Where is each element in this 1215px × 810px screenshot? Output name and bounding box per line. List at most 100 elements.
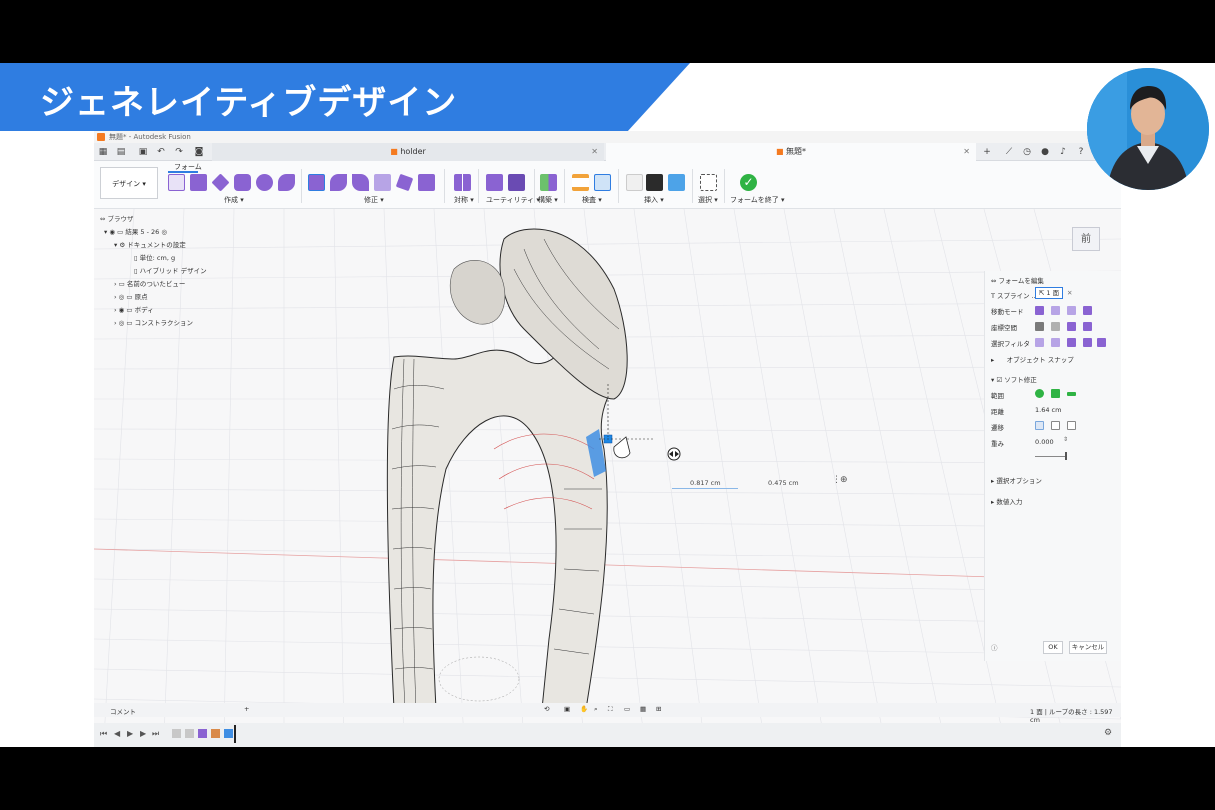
section-analysis-icon[interactable] [594,174,611,191]
close-icon[interactable]: ✕ [963,143,970,161]
transition-linear-icon[interactable] [1035,421,1044,430]
distance-field[interactable]: 1.64 cm [1035,406,1061,414]
rotate-icon[interactable] [1067,306,1076,315]
timeline-play-icon[interactable]: ▶ [127,729,133,738]
view-space-icon[interactable] [1051,322,1060,331]
data-panel-icon[interactable]: ◙ [194,147,204,157]
edit-form-tool-icon[interactable] [308,174,325,191]
insert-mesh-icon[interactable] [626,174,643,191]
new-tab-icon[interactable]: + [982,147,992,157]
transition-smooth-icon[interactable] [1051,421,1060,430]
comment-label[interactable]: コメント [110,706,136,716]
extensions-icon[interactable]: ⟋ [1004,147,1014,157]
finish-group-label[interactable]: フォームを終了 ▾ [730,195,785,205]
history-icon[interactable]: ◷ [1022,147,1032,157]
timeline-feature-icon[interactable] [211,729,220,738]
weight-slider-handle[interactable] [1065,452,1067,460]
per-face-space-icon[interactable] [1083,322,1092,331]
scale-arrow-icon[interactable] [667,447,681,461]
timeline-feature-icon[interactable] [185,729,194,738]
bridge-icon[interactable] [374,174,391,191]
plane-tool-icon[interactable] [211,173,230,192]
timeline-feature-icon[interactable] [172,729,181,738]
distance-input-2[interactable]: 0.475 cm [754,477,820,489]
symmetry-icon[interactable] [454,174,471,191]
insert-image-icon[interactable] [668,174,685,191]
sphere-tool-icon[interactable] [256,174,273,191]
cylinder-tool-icon[interactable] [234,174,251,191]
range-square-icon[interactable] [1051,389,1060,398]
eye-icon[interactable]: ◎ [119,319,125,327]
add-comment-icon[interactable]: + [244,705,249,713]
browser-root[interactable]: ▾ ◉ ▭ 結果 5 - 26 ◎ [104,226,167,236]
measure-icon[interactable] [572,174,589,191]
box-tool-icon[interactable] [168,174,185,191]
fill-hole-icon[interactable] [395,173,414,192]
selection-chip[interactable]: ⇱ 1 面 [1035,287,1063,299]
torus-tool-icon[interactable] [278,174,295,191]
utility-icon[interactable] [486,174,503,191]
weight-field[interactable]: 0.000 [1035,438,1054,446]
finish-form-icon[interactable]: ✓ [740,174,757,191]
eye-icon[interactable]: ◉ [119,306,125,314]
undo-icon[interactable]: ↶ [156,147,166,157]
timeline-prev-icon[interactable]: ◀ [114,729,120,738]
filter-edge-icon[interactable] [1051,338,1060,347]
tab-holder[interactable]: ■ holder ✕ [212,143,604,161]
timeline-marker[interactable] [234,725,236,743]
tspline-body[interactable] [386,228,654,710]
insert-svg-icon[interactable] [646,174,663,191]
info-icon[interactable]: ⓘ [991,642,998,652]
soft-modify-section[interactable]: ▾ ☑ ソフト修正 [991,374,1037,384]
browser-item-hybrid-design[interactable]: ▯ ハイブリッド デザイン [134,265,207,275]
add-point-icon[interactable]: ⊕ [840,475,848,485]
cube-tool-icon[interactable] [190,174,207,191]
browser-item-origin[interactable]: › ◎ ▭ 原点 [114,291,148,301]
move-all-icon[interactable] [1035,306,1044,315]
cancel-button[interactable]: キャンセル [1069,641,1107,654]
file-icon[interactable]: ▤ [116,147,126,157]
range-linear-icon[interactable] [1067,392,1076,396]
insert-edge-icon[interactable] [330,174,347,191]
transition-bell-icon[interactable] [1067,421,1076,430]
convert-icon[interactable] [508,174,525,191]
filter-body-icon[interactable] [1083,338,1092,347]
viewcube[interactable]: 前 [1072,227,1100,251]
pan-icon[interactable]: ✋ [580,705,588,713]
browser-item-bodies[interactable]: › ◉ ▭ ボディ [114,304,154,314]
object-snap-section[interactable]: ▸ オブジェクト スナップ [991,354,1074,364]
filter-face-icon[interactable] [1067,338,1076,347]
weight-slider[interactable] [1035,456,1067,457]
timeline-feature-icon[interactable] [198,729,207,738]
timeline-start-icon[interactable]: ⏮ [100,729,107,739]
save-icon[interactable]: ▣ [138,147,148,157]
filter-vertex-icon[interactable] [1035,338,1044,347]
help-icon[interactable]: ? [1076,147,1086,157]
zoom-icon[interactable]: ⌕ [594,705,598,714]
viewports-icon[interactable]: ⊞ [656,705,661,713]
symmetry-group-label[interactable]: 対称 ▾ [454,195,474,205]
construct-plane-icon[interactable] [540,174,557,191]
distance-input-1[interactable]: 0.817 cm [672,477,738,489]
weld-vertices-icon[interactable] [418,174,435,191]
notifications-icon[interactable]: ● [1040,147,1050,157]
activate-icon[interactable]: ◎ [161,228,167,236]
utility-group-label[interactable]: ユーティリティ ▾ [486,195,540,205]
bell-icon[interactable]: ♪ [1058,147,1068,157]
create-group-label[interactable]: 作成 ▾ [224,195,244,205]
world-space-icon[interactable] [1035,322,1044,331]
browser-item-document-settings[interactable]: ▾ ⚙ ドキュメントの設定 [114,239,186,249]
construct-group-label[interactable]: 構築 ▾ [538,195,558,205]
eye-icon[interactable]: ◎ [119,293,125,301]
clear-selection-icon[interactable]: ✕ [1067,289,1072,297]
numeric-input-section[interactable]: ▸ 数値入力 [991,496,1022,506]
workspace-switcher-button[interactable]: デザイン ▾ [100,167,158,199]
gear-icon[interactable]: ⚙ [1104,728,1112,738]
grid-settings-icon[interactable]: ▦ [640,705,646,713]
close-icon[interactable]: ✕ [591,143,598,161]
checkbox-icon[interactable]: ☑ [996,376,1002,384]
redo-icon[interactable]: ↷ [174,147,184,157]
select-icon[interactable] [700,174,717,191]
look-at-icon[interactable]: ▣ [564,705,570,713]
local-space-icon[interactable] [1067,322,1076,331]
